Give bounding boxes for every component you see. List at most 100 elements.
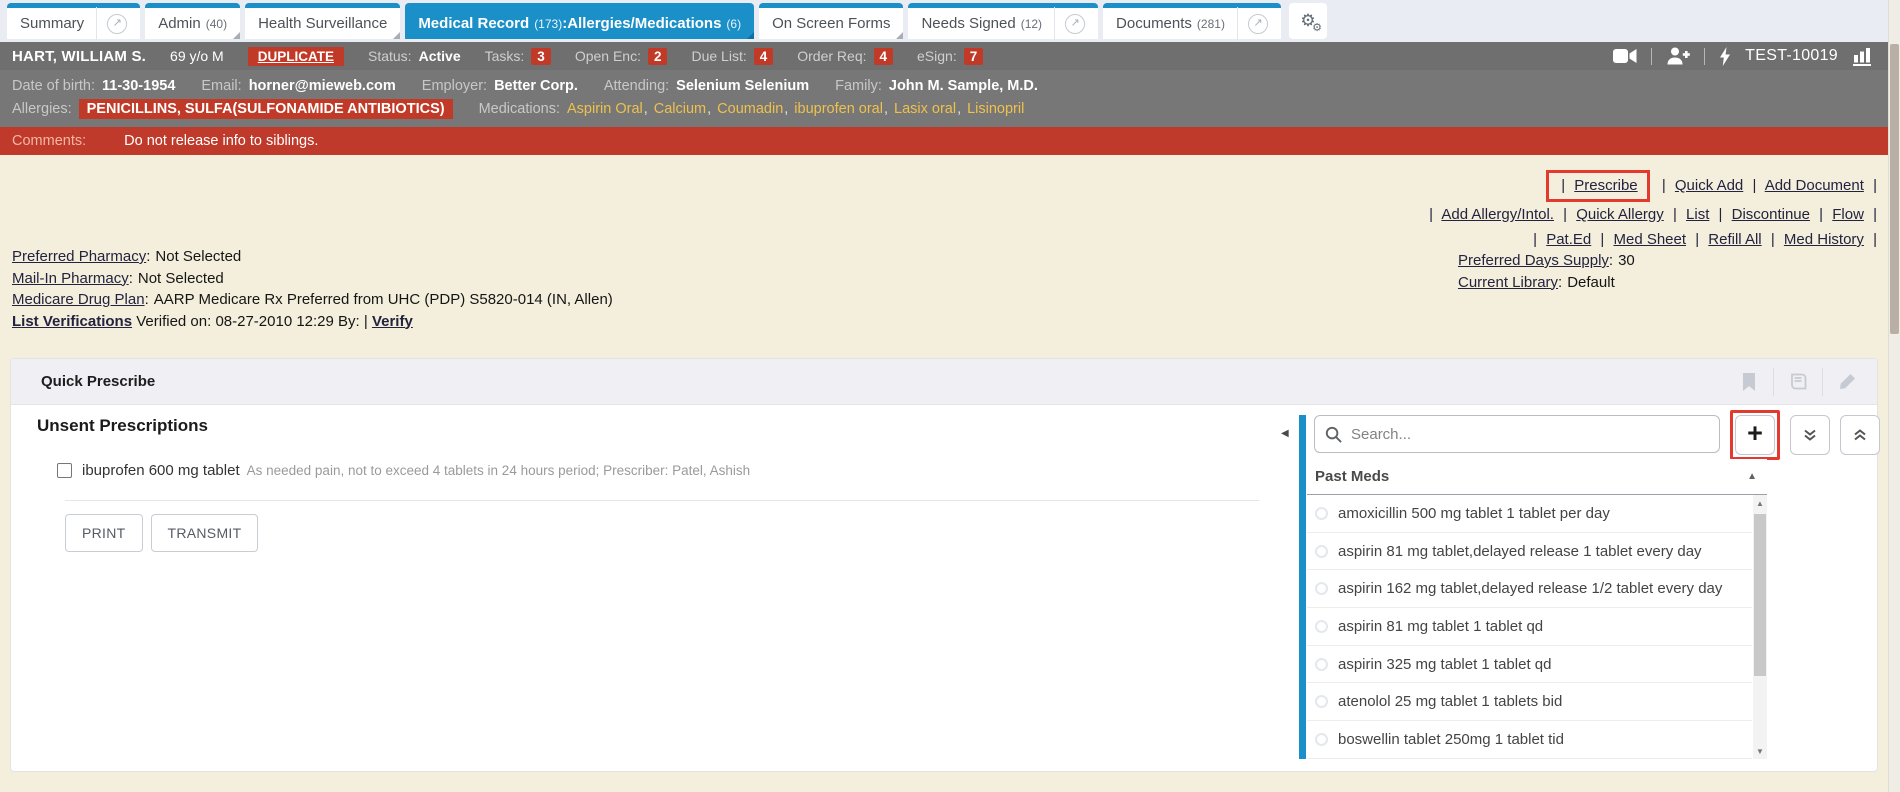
book-icon[interactable]: [1774, 359, 1822, 404]
tab-needs-signed[interactable]: Needs Signed (12) ↗: [908, 3, 1098, 39]
video-camera-icon[interactable]: [1613, 48, 1637, 64]
verify-link[interactable]: Verify: [372, 313, 413, 330]
esign-badge[interactable]: 7: [964, 48, 984, 65]
action-links-row-1: | Prescribe | Quick Add | Add Document |: [1424, 170, 1882, 202]
lightning-bolt-icon[interactable]: [1719, 47, 1731, 66]
list-scrollbar[interactable]: ▲ ▼: [1753, 495, 1767, 759]
collapse-up-icon[interactable]: ▲: [1747, 471, 1757, 482]
quick-allergy-link[interactable]: Quick Allergy: [1576, 206, 1664, 223]
list-verifications-line: List Verifications Verified on: 08-27-20…: [12, 311, 613, 333]
double-chevron-down-icon: [1803, 428, 1817, 442]
days-supply-link[interactable]: Preferred Days Supply: [1458, 252, 1609, 269]
bookmark-icon[interactable]: [1725, 359, 1773, 404]
list-verifications-link[interactable]: List Verifications: [12, 313, 132, 330]
pencil-icon[interactable]: [1823, 359, 1871, 404]
open-external-icon[interactable]: ↗: [1248, 14, 1268, 34]
medicare-plan-line: Medicare Drug Plan:AARP Medicare Rx Pref…: [12, 289, 613, 311]
separator: |: [1771, 231, 1775, 248]
due-list-badge[interactable]: 4: [754, 48, 774, 65]
gear-small-icon: ⚙: [1312, 21, 1322, 34]
med-search-input[interactable]: [1314, 415, 1720, 453]
quick-add-link[interactable]: Quick Add: [1675, 177, 1743, 194]
add-document-link[interactable]: Add Document: [1765, 177, 1864, 194]
bullet-icon: [1315, 582, 1328, 595]
prescription-detail: As needed pain, not to exceed 4 tablets …: [247, 463, 751, 478]
mailin-pharmacy-link[interactable]: Mail-In Pharmacy: [12, 270, 129, 287]
medication-link[interactable]: Lisinopril: [967, 101, 1024, 117]
tab-health-surveillance[interactable]: Health Surveillance: [245, 3, 400, 39]
separator: ,: [644, 101, 648, 117]
open-external-icon[interactable]: ↗: [107, 14, 127, 34]
separator: |: [1673, 206, 1677, 223]
collapse-left-icon[interactable]: ◀: [1281, 428, 1289, 439]
med-list-item[interactable]: aspirin 325 mg tablet 1 tablet qd: [1307, 646, 1752, 684]
pat-ed-link[interactable]: Pat.Ed: [1546, 231, 1591, 248]
tab-documents[interactable]: Documents (281) ↗: [1103, 3, 1281, 39]
med-list-item[interactable]: aspirin 81 mg tablet 1 tablet qd: [1307, 608, 1752, 646]
collapse-all-button[interactable]: [1840, 415, 1880, 455]
past-meds-header[interactable]: Past Meds ▲: [1307, 459, 1767, 495]
tab-summary[interactable]: Summary ↗: [7, 3, 140, 39]
bullet-icon: [1315, 620, 1328, 633]
expand-all-button[interactable]: [1790, 415, 1830, 455]
add-med-button[interactable]: +: [1735, 415, 1775, 455]
prescribe-link[interactable]: Prescribe: [1574, 177, 1637, 194]
list-link[interactable]: List: [1686, 206, 1709, 223]
scroll-down-icon[interactable]: ▼: [1753, 743, 1767, 759]
flow-link[interactable]: Flow: [1832, 206, 1864, 223]
current-library-link[interactable]: Current Library: [1458, 274, 1558, 291]
settings-gear-button[interactable]: ⚙ ⚙: [1289, 3, 1327, 39]
prescription-checkbox[interactable]: [57, 463, 72, 478]
action-links-row-3: | Pat.Ed | Med Sheet | Refill All | Med …: [1424, 227, 1882, 252]
separator: ,: [784, 101, 788, 117]
employer-value: Better Corp.: [494, 78, 578, 94]
bar-chart-icon[interactable]: [1852, 47, 1874, 66]
med-history-link[interactable]: Med History: [1784, 231, 1864, 248]
open-enc-badge[interactable]: 2: [648, 48, 668, 65]
med-list-item[interactable]: aspirin 81 mg tablet,delayed release 1 t…: [1307, 533, 1752, 571]
med-list-item[interactable]: aspirin 162 mg tablet,delayed release 1/…: [1307, 570, 1752, 608]
order-req-badge[interactable]: 4: [874, 48, 894, 65]
transmit-button[interactable]: TRANSMIT: [151, 514, 259, 552]
prescription-name: ibuprofen 600 mg tablet: [82, 462, 240, 479]
med-sheet-link[interactable]: Med Sheet: [1613, 231, 1686, 248]
med-search-row: +: [1314, 415, 1880, 460]
tab-on-screen-forms[interactable]: On Screen Forms: [759, 3, 903, 39]
page-scrollbar[interactable]: [1888, 0, 1900, 792]
medication-link[interactable]: Aspirin Oral: [567, 101, 643, 117]
separator: |: [1563, 206, 1567, 223]
open-external-icon[interactable]: ↗: [1065, 14, 1085, 34]
pharmacy-info: Preferred Pharmacy:Not Selected Mail-In …: [12, 246, 613, 332]
allergies-value[interactable]: PENICILLINS, SULFA(SULFONAMIDE ANTIBIOTI…: [79, 99, 453, 119]
tab-medical-record[interactable]: Medical Record (173) :Allergies/Medicati…: [405, 3, 754, 39]
refill-all-link[interactable]: Refill All: [1708, 231, 1761, 248]
medication-link[interactable]: ibuprofen oral: [794, 101, 883, 117]
medicare-plan-link[interactable]: Medicare Drug Plan: [12, 291, 145, 308]
scrollbar-thumb[interactable]: [1754, 514, 1766, 676]
medication-link[interactable]: Coumadin: [717, 101, 783, 117]
med-list-item[interactable]: boswellin tablet 250mg 1 tablet tid: [1307, 721, 1752, 759]
unsent-prescriptions-title: Unsent Prescriptions: [37, 416, 208, 436]
tasks-badge[interactable]: 3: [531, 48, 551, 65]
add-allergy-link[interactable]: Add Allergy/Intol.: [1441, 206, 1554, 223]
medication-link[interactable]: Calcium: [654, 101, 706, 117]
prescription-actions: PRINT TRANSMIT: [65, 514, 258, 552]
demographics-band: Date of birth:11-30-1954 Email:horner@mi…: [0, 70, 1900, 127]
medication-link[interactable]: Lasix oral: [894, 101, 956, 117]
tab-summary-label: Summary: [20, 15, 84, 32]
med-item-label: aspirin 162 mg tablet,delayed release 1/…: [1338, 580, 1722, 597]
discontinue-link[interactable]: Discontinue: [1732, 206, 1810, 223]
preferred-pharmacy-link[interactable]: Preferred Pharmacy: [12, 248, 146, 265]
print-button[interactable]: PRINT: [65, 514, 143, 552]
days-supply-line: Preferred Days Supply:30: [1458, 250, 1635, 272]
scroll-up-icon[interactable]: ▲: [1753, 495, 1767, 511]
tab-admin[interactable]: Admin (40): [145, 3, 240, 39]
colon: :: [1609, 252, 1613, 269]
mailin-pharmacy-value: Not Selected: [138, 270, 224, 287]
add-person-icon[interactable]: [1666, 47, 1690, 65]
med-list-item[interactable]: amoxicillin 500 mg tablet 1 tablet per d…: [1307, 495, 1752, 533]
med-list-item[interactable]: atenolol 25 mg tablet 1 tablets bid: [1307, 683, 1752, 721]
page-scrollbar-thumb[interactable]: [1890, 44, 1899, 334]
duplicate-flag[interactable]: DUPLICATE: [248, 47, 344, 66]
tab-admin-count: (40): [206, 17, 227, 31]
